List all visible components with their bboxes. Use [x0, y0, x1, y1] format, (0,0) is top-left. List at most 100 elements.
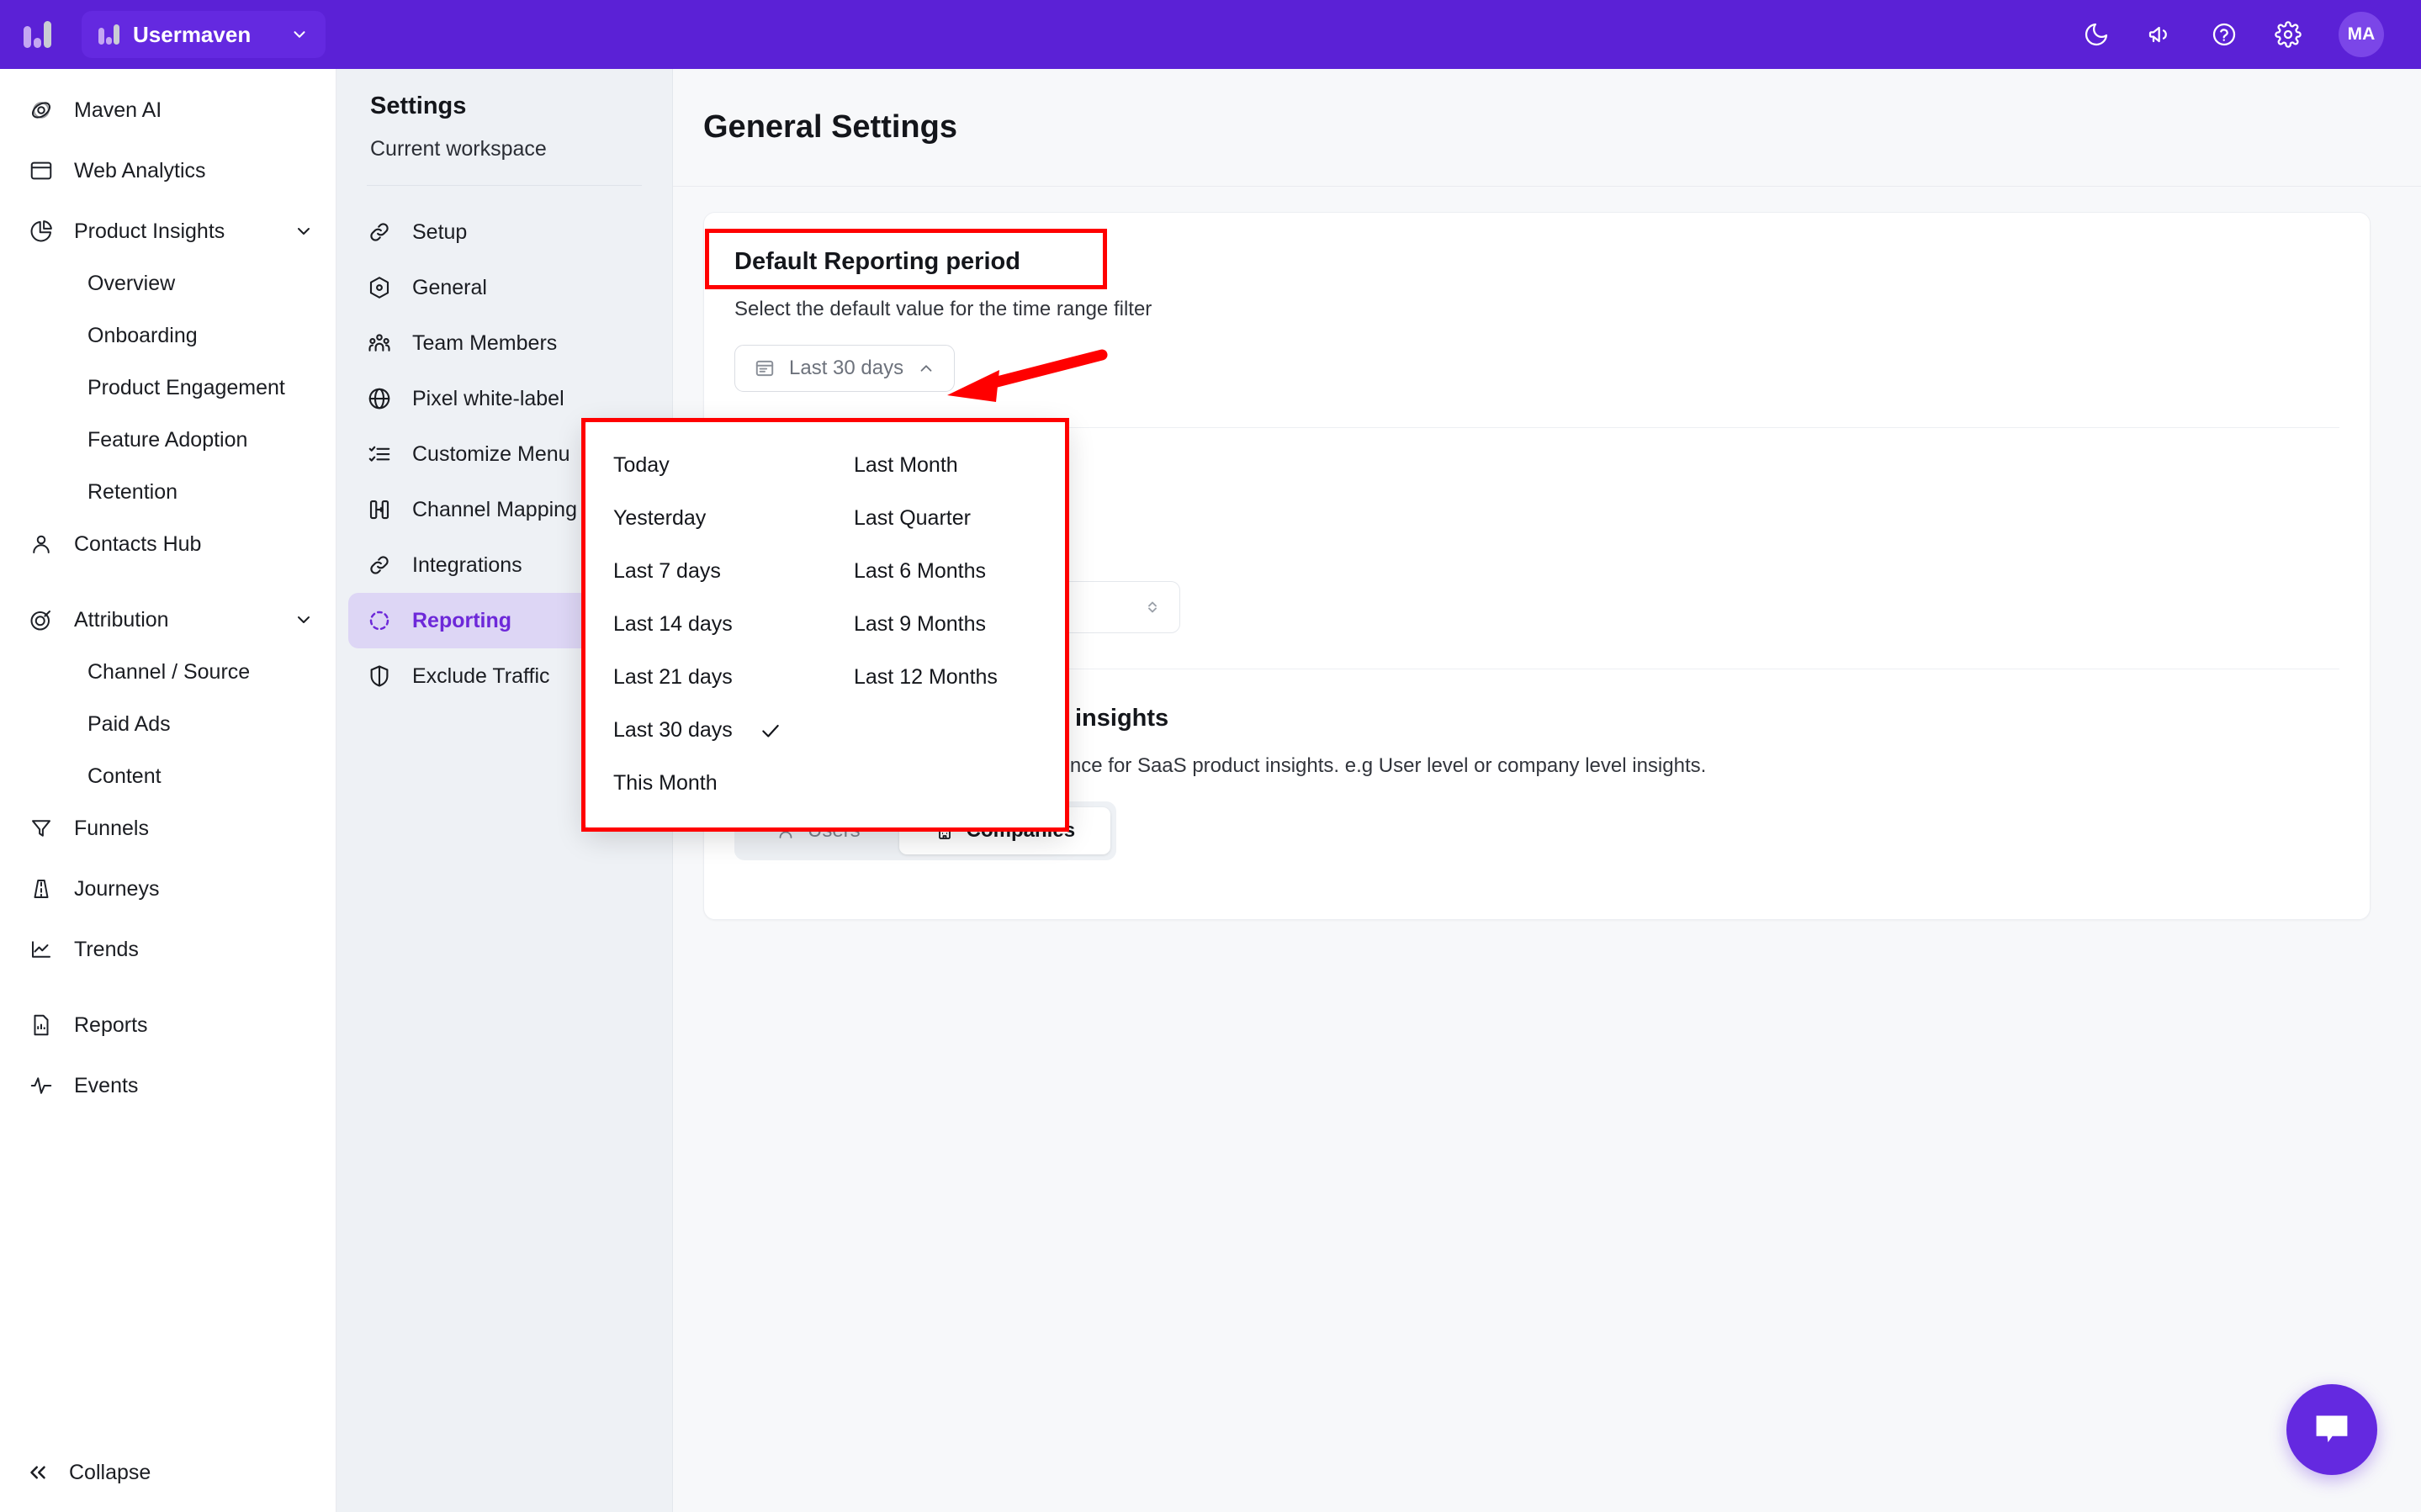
sidebar-item-feature-adoption[interactable]: Feature Adoption: [0, 420, 336, 459]
divider: [673, 186, 2421, 187]
user-avatar[interactable]: MA: [2339, 12, 2384, 57]
sidebar-label: Events: [74, 1074, 138, 1098]
dashed-circle-icon: [367, 608, 392, 633]
dropdown-column-left: Today Yesterday Last 7 days Last 14 days…: [585, 439, 825, 810]
sidebar-item-maven-ai[interactable]: Maven AI: [0, 91, 336, 130]
settings-subtitle: Current workspace: [370, 137, 672, 161]
link-icon: [367, 552, 392, 578]
dropdown-option-last-9-months[interactable]: Last 9 Months: [854, 598, 1066, 651]
sidebar-item-reports[interactable]: Reports: [0, 1006, 336, 1044]
dropdown-option-last-14-days[interactable]: Last 14 days: [613, 598, 825, 651]
sidebar-item-product-engagement[interactable]: Product Engagement: [0, 368, 336, 407]
dropdown-option-last-6-months[interactable]: Last 6 Months: [854, 545, 1066, 598]
dropdown-option-last-quarter[interactable]: Last Quarter: [854, 492, 1066, 545]
section-default-reporting-period: Default Reporting period Select the defa…: [704, 213, 2370, 427]
settings-item-label: Team Members: [412, 331, 557, 356]
collapse-sidebar-button[interactable]: Collapse: [0, 1460, 336, 1485]
sidebar-item-events[interactable]: Events: [0, 1066, 336, 1105]
reporting-period-dropdown-trigger[interactable]: Last 30 days: [734, 345, 955, 392]
dropdown-option-last-30-days[interactable]: Last 30 days: [613, 704, 825, 757]
dropdown-option-last-7-days[interactable]: Last 7 days: [613, 545, 825, 598]
top-bar: Usermaven MA: [0, 0, 2421, 69]
settings-item-pixel-white-label[interactable]: Pixel white-label: [348, 371, 660, 426]
sidebar-label: Funnels: [74, 817, 149, 841]
settings-gear-icon[interactable]: [2275, 21, 2302, 48]
target-icon: [29, 607, 54, 632]
settings-item-label: Reporting: [412, 609, 511, 633]
browser-window-icon: [29, 158, 54, 183]
announcements-megaphone-icon[interactable]: [2147, 21, 2174, 48]
settings-title: Settings: [370, 93, 672, 120]
checklist-icon: [367, 441, 392, 467]
settings-item-label: Customize Menu: [412, 442, 570, 467]
sidebar-item-contacts-hub[interactable]: Contacts Hub: [0, 525, 336, 563]
user-icon: [29, 531, 54, 557]
workspace-switcher[interactable]: Usermaven: [82, 11, 326, 58]
dark-mode-moon-icon[interactable]: [2083, 21, 2110, 48]
sidebar-item-funnels[interactable]: Funnels: [0, 809, 336, 848]
dropdown-column-right: Last Month Last Quarter Last 6 Months La…: [825, 439, 1066, 810]
settings-item-general[interactable]: General: [348, 260, 660, 315]
maven-ai-icon: [29, 98, 54, 123]
sidebar-item-channel-source[interactable]: Channel / Source: [0, 653, 336, 691]
settings-item-label: Exclude Traffic: [412, 664, 550, 689]
hexagon-dot-icon: [367, 275, 392, 300]
channel-mapping-icon: [367, 497, 392, 522]
sidebar-label: Contacts Hub: [74, 532, 201, 557]
chevron-down-icon: [290, 25, 309, 44]
sidebar-item-attribution[interactable]: Attribution: [0, 600, 336, 639]
dropdown-option-last-21-days[interactable]: Last 21 days: [613, 651, 825, 704]
link-icon: [367, 219, 392, 245]
sidebar-label: Trends: [74, 938, 139, 962]
dropdown-option-last-12-months[interactable]: Last 12 Months: [854, 651, 1066, 704]
sidebar-item-product-insights[interactable]: Product Insights: [0, 212, 336, 251]
settings-item-label: General: [412, 276, 487, 300]
divider: [367, 185, 642, 186]
chat-widget-button[interactable]: [2286, 1384, 2377, 1475]
left-sidebar: Maven AI Web Analytics Product Insights …: [0, 69, 336, 1512]
sidebar-label: Maven AI: [74, 98, 162, 123]
workspace-logo-icon: [98, 24, 119, 45]
topbar-actions: MA: [2083, 12, 2421, 57]
sidebar-item-web-analytics[interactable]: Web Analytics: [0, 151, 336, 190]
section-description: Select the default value for the time ra…: [734, 298, 2336, 321]
document-chart-icon: [29, 1012, 54, 1038]
dropdown-option-last-month[interactable]: Last Month: [854, 439, 1066, 492]
line-chart-icon: [29, 937, 54, 962]
dropdown-option-yesterday[interactable]: Yesterday: [613, 492, 825, 545]
check-icon: [760, 720, 781, 742]
dropdown-option-today[interactable]: Today: [613, 439, 825, 492]
chevron-down-icon: [294, 221, 314, 241]
people-icon: [367, 330, 392, 356]
sidebar-item-content[interactable]: Content: [0, 757, 336, 796]
funnel-icon: [29, 816, 54, 841]
chevron-up-down-icon: [1142, 597, 1163, 617]
reporting-period-dropdown-menu[interactable]: Today Yesterday Last 7 days Last 14 days…: [585, 420, 1066, 828]
sidebar-item-retention[interactable]: Retention: [0, 473, 336, 511]
sidebar-label: Product Insights: [74, 219, 225, 244]
chevron-down-icon: [294, 610, 314, 630]
sidebar-item-trends[interactable]: Trends: [0, 930, 336, 969]
sidebar-label: Web Analytics: [74, 159, 206, 183]
sidebar-item-overview[interactable]: Overview: [0, 264, 336, 303]
dropdown-option-this-month[interactable]: This Month: [613, 757, 825, 810]
settings-sidebar-header: Settings Current workspace: [336, 69, 672, 161]
sidebar-item-paid-ads[interactable]: Paid Ads: [0, 705, 336, 743]
settings-item-setup[interactable]: Setup: [348, 204, 660, 260]
pie-chart-icon: [29, 219, 54, 244]
calendar-icon: [754, 357, 776, 379]
section-title: SaaS product insights: [911, 705, 2336, 732]
sidebar-item-journeys[interactable]: Journeys: [0, 870, 336, 908]
app-logo-icon: [24, 21, 51, 48]
settings-item-team-members[interactable]: Team Members: [348, 315, 660, 371]
sidebar-item-onboarding[interactable]: Onboarding: [0, 316, 336, 355]
help-question-icon[interactable]: [2211, 21, 2238, 48]
page-title: General Settings: [673, 69, 2421, 145]
settings-item-label: Integrations: [412, 553, 522, 578]
road-icon: [29, 876, 54, 901]
reporting-period-value: Last 30 days: [789, 357, 903, 380]
workspace-name: Usermaven: [133, 22, 277, 48]
collapse-label: Collapse: [69, 1461, 151, 1485]
section-title: Default Reporting period: [734, 248, 2336, 276]
chevron-up-icon: [917, 359, 935, 378]
